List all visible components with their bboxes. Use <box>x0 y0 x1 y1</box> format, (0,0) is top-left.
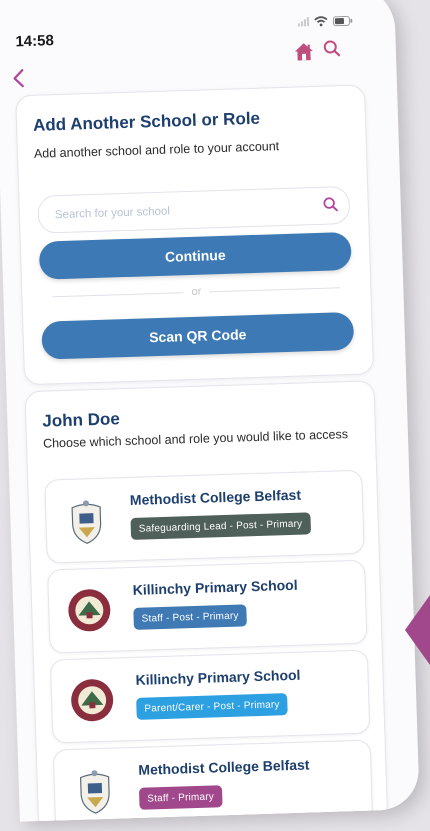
school-item-methodist-safeguarding[interactable]: Methodist College Belfast Safeguarding L… <box>44 469 365 564</box>
school-item-killinchy-parent[interactable]: Killinchy Primary School Parent/Carer - … <box>49 649 371 744</box>
scan-qr-button[interactable]: Scan QR Code <box>41 311 355 360</box>
status-time: 14:58 <box>15 32 55 51</box>
continue-button[interactable]: Continue <box>38 231 352 280</box>
add-school-card: Add Another School or Role Add another s… <box>15 84 375 386</box>
or-label: or <box>191 285 202 298</box>
battery-icon <box>332 15 353 26</box>
add-school-subtitle: Add another school and role to your acco… <box>33 139 280 161</box>
signal-icon <box>298 17 310 27</box>
status-icons <box>298 15 353 28</box>
school-search-input[interactable] <box>52 188 298 235</box>
search-icon[interactable] <box>323 39 342 58</box>
school-name: Killinchy Primary School <box>135 666 301 688</box>
wifi-icon <box>314 16 328 27</box>
phone-screen: 14:58 Add Another School or Role Add ano… <box>0 0 420 822</box>
user-schools-card: John Doe Choose which school and role yo… <box>24 380 389 822</box>
school-name: Methodist College Belfast <box>138 756 310 778</box>
user-name: John Doe <box>42 409 121 431</box>
accent-tab-decoration <box>405 588 430 672</box>
school-search-box[interactable] <box>37 185 351 235</box>
search-input-icon[interactable] <box>322 196 338 212</box>
add-school-title: Add Another School or Role <box>32 108 261 135</box>
killinchy-school-crest-icon <box>71 679 114 722</box>
school-name: Killinchy Primary School <box>132 576 298 598</box>
back-chevron-icon[interactable] <box>8 67 31 90</box>
or-divider: or <box>52 280 341 303</box>
home-icon[interactable] <box>294 42 315 62</box>
school-name: Methodist College Belfast <box>129 486 302 508</box>
role-badge: Staff - Primary <box>138 785 223 810</box>
killinchy-school-crest-icon <box>68 589 111 632</box>
methodist-college-crest-icon <box>79 770 110 814</box>
methodist-college-crest-icon <box>71 500 102 544</box>
school-item-methodist-staff[interactable]: Methodist College Belfast Staff - Primar… <box>52 739 374 822</box>
role-badge: Staff - Post - Primary <box>133 604 247 630</box>
role-badge: Parent/Carer - Post - Primary <box>136 693 289 720</box>
role-badge: Safeguarding Lead - Post - Primary <box>130 512 311 540</box>
school-item-killinchy-staff[interactable]: Killinchy Primary School Staff - Post - … <box>47 559 368 654</box>
